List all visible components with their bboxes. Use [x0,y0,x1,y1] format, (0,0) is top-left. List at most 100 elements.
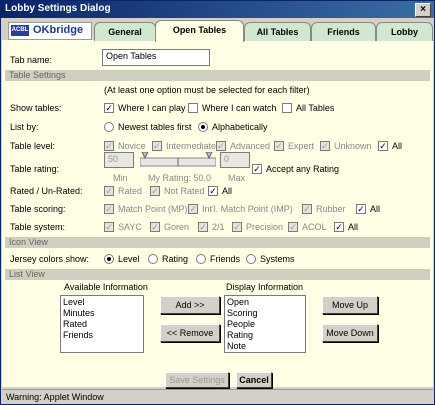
checkbox-accept-any-rating[interactable]: ✓ [252,164,262,174]
checkbox-match-point[interactable]: ✓ [104,204,114,214]
filter-note: (At least one option must be selected fo… [104,85,310,95]
tab-lobby[interactable]: Lobby [376,22,433,41]
intermediate-label: Intermediate [166,141,217,151]
where-i-can-play-label: Where I can play [118,103,186,113]
section-icon-view: Icon View [5,237,430,248]
list-item[interactable]: Friends [63,330,141,341]
level-all-label: All [392,141,403,151]
rated-option-label: Rated [118,186,143,196]
table-scoring-label: Table scoring: [10,204,66,214]
available-info-title: Available Information [64,282,148,292]
jersey-colors-label: Jersey colors show: [10,254,90,264]
checkbox-level-all[interactable]: ✓ [378,141,388,151]
scoring-all-label: All [370,204,381,214]
checkbox-scoring-all[interactable]: ✓ [356,204,366,214]
rating-max-input[interactable]: 0 [220,152,250,168]
advanced-label: Advanced [230,141,271,151]
list-item[interactable]: Note [227,341,303,352]
expert-label: Expert [288,141,315,151]
dialog-window: Lobby Settings Dialog × ACBL OKbridge Ge… [0,0,435,405]
sayc-label: SAYC [118,222,142,232]
move-up-button[interactable]: Move Up [322,296,378,314]
jersey-rating-label: Rating [162,254,189,264]
list-item[interactable]: Rating [227,330,303,341]
list-item[interactable]: Rated [63,319,141,330]
radio-newest-tables[interactable] [104,122,114,132]
slider-max-handle[interactable] [205,152,213,160]
checkbox-where-i-can-play[interactable]: ✓ [104,103,114,113]
two-over-one-label: 2/1 [212,222,225,232]
tab-all-tables[interactable]: All Tables [244,22,311,41]
acol-label: ACOL [302,222,327,232]
checkbox-advanced[interactable]: ✓ [216,141,226,151]
all-tables-label: All Tables [296,103,335,113]
settings-panel: ACBL OKbridge General Open Tables All Ta… [2,18,433,388]
list-item[interactable]: Open [227,297,303,308]
jersey-friends-label: Friends [210,254,241,264]
my-rating-text: My Rating: 50.0 [148,173,212,183]
table-system-label: Table system: [10,222,66,232]
checkbox-system-all[interactable]: ✓ [334,222,344,232]
display-info-list[interactable]: Open Scoring People Rating Note [224,295,306,353]
close-icon[interactable]: × [415,3,431,17]
list-item[interactable]: Scoring [227,308,303,319]
window-title: Lobby Settings Dialog [5,3,111,14]
checkbox-all-tables[interactable] [282,103,292,113]
radio-friends[interactable] [196,254,206,264]
imp-label: Int'l. Match Point (IMP) [202,204,293,214]
checkbox-precision[interactable]: ✓ [232,222,242,232]
jersey-level-label: Level [118,254,140,264]
radio-systems[interactable] [246,254,256,264]
tab-open-tables[interactable]: Open Tables [155,20,244,42]
radio-rating[interactable] [148,254,158,264]
section-list-view: List View [5,269,430,280]
rating-max-label: Max [228,173,246,183]
display-info-title: Display Information [226,282,304,292]
slider-min-handle[interactable] [141,152,149,160]
unknown-label: Unknown [334,141,372,151]
checkbox-sayc[interactable]: ✓ [104,222,114,232]
jersey-systems-label: Systems [260,254,295,264]
available-info-list[interactable]: Level Minutes Rated Friends [60,295,144,353]
checkbox-novice[interactable]: ✓ [104,141,114,151]
where-i-can-watch-label: Where I can watch [202,103,277,113]
checkbox-rated-all[interactable]: ✓ [208,186,218,196]
tab-general[interactable]: General [94,22,156,41]
cancel-button[interactable]: Cancel [236,372,272,388]
checkbox-expert[interactable]: ✓ [274,141,284,151]
move-down-button[interactable]: Move Down [322,324,378,342]
checkbox-not-rated[interactable]: ✓ [150,186,160,196]
tab-friends[interactable]: Friends [311,22,376,41]
save-settings-button[interactable]: Save Settings [165,372,229,388]
checkbox-unknown[interactable]: ✓ [320,141,330,151]
alphabetically-label: Alphabetically [212,122,268,132]
rated-label: Rated / Un-Rated: [10,186,83,196]
rating-range-slider[interactable] [140,152,216,172]
list-item[interactable]: Level [63,297,141,308]
checkbox-goren[interactable]: ✓ [150,222,160,232]
checkbox-rubber[interactable]: ✓ [302,204,312,214]
checkbox-rated[interactable]: ✓ [104,186,114,196]
show-tables-label: Show tables: [10,103,62,113]
tab-name-input[interactable]: Open Tables [102,49,210,66]
novice-label: Novice [118,141,146,151]
list-item[interactable]: Minutes [63,308,141,319]
accept-any-rating-label: Accept any Rating [266,164,340,174]
list-item[interactable]: People [227,319,303,330]
rating-min-input[interactable]: 50 [104,152,134,168]
radio-level[interactable] [104,254,114,264]
newest-tables-label: Newest tables first [118,122,192,132]
checkbox-intermediate[interactable]: ✓ [152,141,162,151]
checkbox-two-over-one[interactable]: ✓ [198,222,208,232]
checkbox-imp[interactable]: ✓ [188,204,198,214]
acbl-badge: ACBL [11,25,29,36]
precision-label: Precision [246,222,284,232]
list-by-label: List by: [10,122,39,132]
title-bar[interactable]: Lobby Settings Dialog × [1,1,434,18]
radio-alphabetically[interactable] [198,122,208,132]
checkbox-acol[interactable]: ✓ [288,222,298,232]
match-point-label: Match Point (MP) [118,204,188,214]
add-button[interactable]: Add >> [160,296,220,314]
remove-button[interactable]: << Remove [160,324,220,342]
checkbox-where-i-can-watch[interactable] [188,103,198,113]
